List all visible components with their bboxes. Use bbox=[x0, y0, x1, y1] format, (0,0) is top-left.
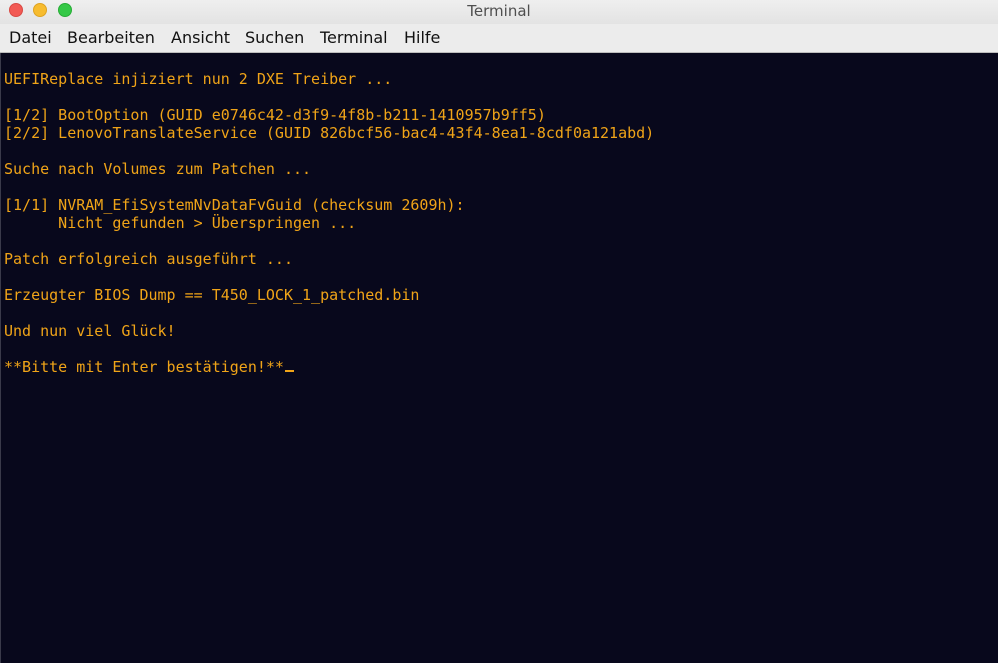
terminal-line: Und nun viel Glück! bbox=[4, 322, 176, 340]
text-cursor bbox=[284, 370, 294, 372]
menu-terminal[interactable]: Terminal bbox=[320, 28, 388, 47]
terminal-line: UEFIReplace injiziert nun 2 DXE Treiber … bbox=[4, 70, 393, 88]
terminal-line: Patch erfolgreich ausgeführt ... bbox=[4, 250, 293, 268]
terminal-window: Terminal Datei Bearbeiten Ansicht Suchen… bbox=[0, 0, 998, 663]
menu-ansicht[interactable]: Ansicht bbox=[171, 28, 230, 47]
menu-datei[interactable]: Datei bbox=[9, 28, 52, 47]
terminal-line: [1/2] BootOption (GUID e0746c42-d3f9-4f8… bbox=[4, 106, 546, 124]
terminal-prompt-text: **Bitte mit Enter bestätigen!** bbox=[4, 358, 284, 376]
terminal-line: Nicht gefunden > Überspringen ... bbox=[4, 214, 357, 232]
terminal-line: [2/2] LenovoTranslateService (GUID 826bc… bbox=[4, 124, 655, 142]
window-title: Terminal bbox=[467, 2, 531, 20]
menu-hilfe[interactable]: Hilfe bbox=[404, 28, 440, 47]
terminal-line: Erzeugter BIOS Dump == T450_LOCK_1_patch… bbox=[4, 286, 420, 304]
terminal-prompt-line: **Bitte mit Enter bestätigen!** bbox=[4, 358, 294, 376]
terminal-output[interactable]: UEFIReplace injiziert nun 2 DXE Treiber … bbox=[0, 53, 998, 663]
menu-bearbeiten[interactable]: Bearbeiten bbox=[67, 28, 155, 47]
terminal-line: Suche nach Volumes zum Patchen ... bbox=[4, 160, 312, 178]
menu-suchen[interactable]: Suchen bbox=[245, 28, 304, 47]
title-bar[interactable]: Terminal bbox=[0, 0, 998, 24]
menu-bar: Datei Bearbeiten Ansicht Suchen Terminal… bbox=[0, 24, 998, 53]
terminal-line: [1/1] NVRAM_EfiSystemNvDataFvGuid (check… bbox=[4, 196, 465, 214]
